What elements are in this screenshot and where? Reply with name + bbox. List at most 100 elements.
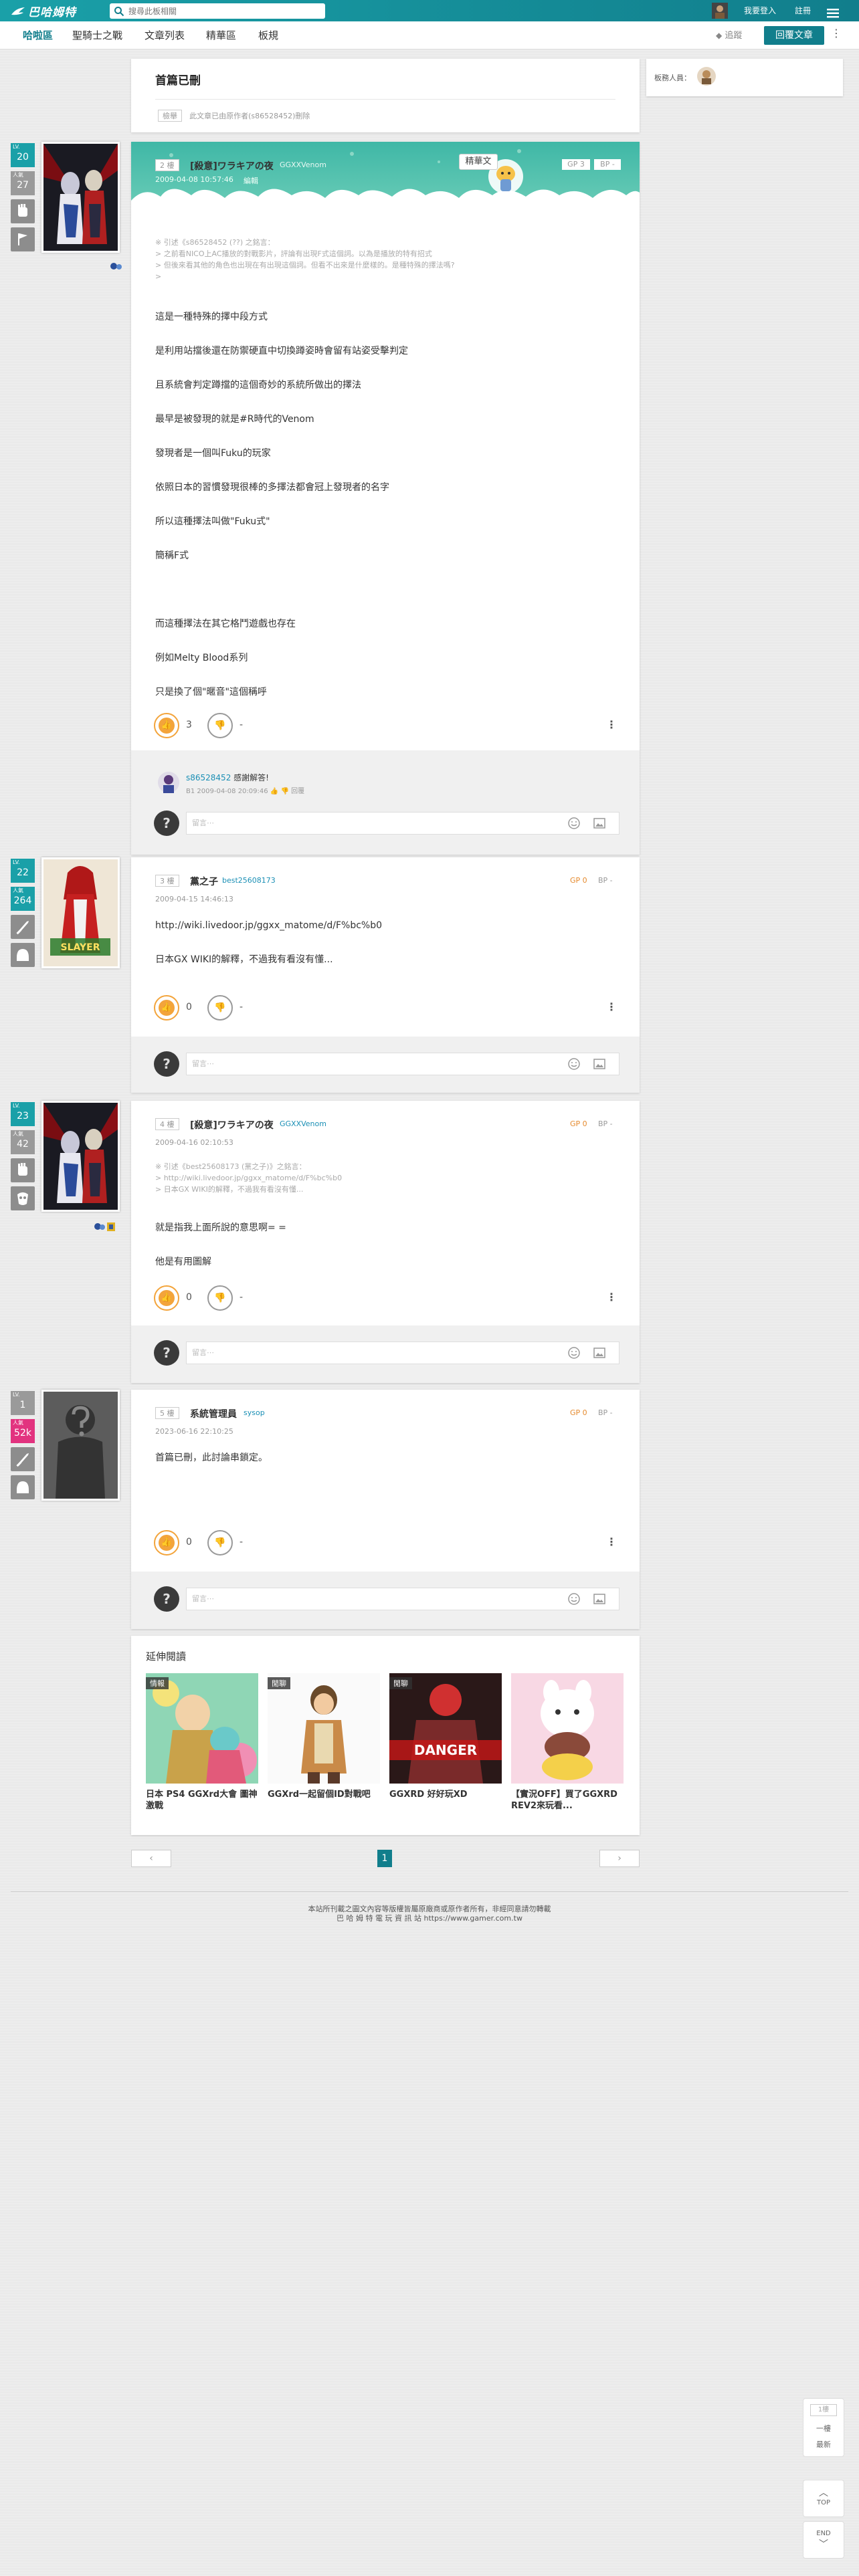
emoji-icon[interactable] [567, 817, 581, 830]
jump-latest[interactable]: 最新 [803, 2439, 844, 2450]
edit-link[interactable]: 編輯 [244, 175, 258, 186]
user-avatar-icon[interactable] [712, 3, 728, 19]
comment-reply-link[interactable]: 回覆 [291, 788, 304, 795]
track-label: 追蹤 [725, 31, 743, 41]
comment-like-icon[interactable]: 👍 [270, 788, 278, 795]
like-button[interactable]: 👍 [154, 995, 179, 1021]
dislike-button[interactable]: 👎 [207, 713, 233, 738]
related-item[interactable]: 情報 日本 PS4 GGXrd大會 圖神激戰 [146, 1673, 258, 1812]
site-logo[interactable]: 巴哈姆特 [11, 3, 98, 19]
prev-page-button[interactable]: ‹ [131, 1850, 171, 1867]
floor-tag[interactable]: 4 樓 [155, 1118, 179, 1130]
like-button[interactable]: 👍 [154, 1530, 179, 1555]
jump-first-floor[interactable]: 一樓 [803, 2423, 844, 2434]
emoji-icon[interactable] [567, 1346, 581, 1360]
related-thumbnail[interactable]: 閒聊 [268, 1673, 380, 1784]
author-uid[interactable]: GGXXVenom [280, 160, 326, 169]
related-item[interactable]: 【實況OFF】買了GGXRD REV2來玩看... [511, 1673, 624, 1812]
image-upload-icon[interactable] [593, 1346, 606, 1360]
like-button[interactable]: 👍 [154, 1285, 179, 1311]
user-avatar[interactable] [41, 1390, 120, 1501]
quote-block: ※ 引述《s86528452 (??) 之銘言： > 之前看NICO上AC播放的… [155, 237, 610, 282]
post-line: 最早是被發現的就是#R時代的Venom [155, 414, 314, 425]
user-avatar[interactable] [41, 142, 120, 253]
search-input[interactable] [128, 5, 316, 17]
comment-input[interactable]: 留言⋯ [186, 812, 619, 835]
dislike-button[interactable]: 👎 [207, 995, 233, 1021]
author-uid[interactable]: GGXXVenom [280, 1119, 326, 1128]
scroll-end-button[interactable]: END ﹀ [803, 2521, 844, 2559]
register-link[interactable]: 註冊 [795, 0, 811, 21]
comment-dislike-icon[interactable]: 👎 [280, 788, 288, 795]
moderator-avatar[interactable] [697, 67, 716, 86]
report-tag[interactable]: 檢舉 [158, 110, 182, 122]
commenter-name[interactable]: s86528452 [186, 773, 231, 782]
search-icon[interactable] [114, 6, 124, 17]
gp-count[interactable]: GP 0 [570, 1119, 587, 1128]
related-thumbnail[interactable]: DANGER 閒聊 [389, 1673, 502, 1784]
companion-pet-icon[interactable] [110, 261, 123, 270]
comment-input[interactable]: 留言⋯ [186, 1053, 619, 1075]
tab-guilty-gear[interactable]: 聖騎士之戰 [72, 21, 122, 49]
page-title: 首篇已刪 [155, 74, 201, 88]
gp-count[interactable]: GP 0 [570, 876, 587, 885]
image-upload-icon[interactable] [593, 817, 606, 830]
related-thumbnail[interactable]: 情報 [146, 1673, 258, 1784]
comment-input[interactable]: 留言⋯ [186, 1588, 619, 1610]
dislike-button[interactable]: 👎 [207, 1530, 233, 1555]
image-upload-icon[interactable] [593, 1592, 606, 1606]
bp-count[interactable]: BP - [598, 1408, 613, 1417]
image-upload-icon[interactable] [593, 1057, 606, 1071]
search-box[interactable] [110, 3, 325, 19]
tab-board-rules[interactable]: 板規 [258, 21, 278, 49]
floor-tag[interactable]: 5 樓 [155, 1407, 179, 1419]
dislike-button[interactable]: 👎 [207, 1285, 233, 1311]
bp-count[interactable]: BP - [598, 876, 613, 885]
related-item-title[interactable]: 【實況OFF】買了GGXRD REV2來玩看... [511, 1789, 624, 1812]
post-options-icon[interactable]: ⋮ [606, 1535, 617, 1548]
author-name[interactable]: 系統管理員 [190, 1407, 237, 1420]
floor-indicator[interactable]: 1樓 [810, 2404, 837, 2416]
track-button[interactable]: ◆ 追蹤 [716, 28, 742, 43]
post-line[interactable]: http://wiki.livedoor.jp/ggxx_matome/d/F%… [155, 920, 382, 932]
floor-tag[interactable]: 2 樓 [155, 159, 179, 171]
post-options-icon[interactable]: ⋮ [606, 1000, 617, 1013]
post-options-icon[interactable]: ⋮ [606, 1291, 617, 1303]
tab-featured[interactable]: 精華區 [206, 21, 236, 49]
author-name[interactable]: [殺意]ワラキアの夜 [190, 1118, 274, 1132]
tab-hala[interactable]: 哈啦區 [23, 21, 53, 49]
more-options-icon[interactable]: ⋮ [831, 27, 842, 44]
author-uid[interactable]: best25608173 [222, 876, 276, 885]
user-avatar[interactable] [41, 1101, 120, 1212]
post-options-icon[interactable]: ⋮ [606, 718, 617, 731]
related-item-title[interactable]: 日本 PS4 GGXrd大會 圖神激戰 [146, 1789, 258, 1812]
floor-tag[interactable]: 3 樓 [155, 875, 179, 887]
scroll-top-button[interactable]: ︿ TOP [803, 2480, 844, 2517]
like-button[interactable]: 👍 [154, 713, 179, 738]
menu-icon[interactable] [827, 5, 839, 18]
page-1-button[interactable]: 1 [377, 1850, 392, 1867]
bp-count[interactable]: BP - [594, 159, 621, 170]
tab-article-list[interactable]: 文章列表 [145, 21, 185, 49]
author-uid[interactable]: sysop [244, 1408, 265, 1417]
emoji-icon[interactable] [567, 1057, 581, 1071]
author-name[interactable]: [殺意]ワラキアの夜 [190, 159, 274, 173]
author-name[interactable]: 黨之子 [190, 875, 218, 888]
related-thumbnail[interactable] [511, 1673, 624, 1784]
board-nav: 哈啦區 聖騎士之戰 文章列表 精華區 板規 ◆ 追蹤 回覆文章 ⋮ [0, 21, 859, 49]
user-avatar[interactable]: SLAYER [41, 857, 120, 968]
related-item[interactable]: DANGER 閒聊 GGXRD 好好玩XD [389, 1673, 502, 1800]
commenter-avatar[interactable] [158, 772, 179, 793]
related-item-title[interactable]: GGXRD 好好玩XD [389, 1789, 502, 1800]
related-item[interactable]: 閒聊 GGXrd一起留個ID對戰吧 [268, 1673, 380, 1800]
next-page-button[interactable]: › [599, 1850, 640, 1867]
emoji-icon[interactable] [567, 1592, 581, 1606]
gp-count[interactable]: GP 0 [570, 1408, 587, 1417]
comment-input[interactable]: 留言⋯ [186, 1341, 619, 1364]
login-link[interactable]: 我要登入 [744, 0, 776, 21]
reply-article-button[interactable]: 回覆文章 [764, 26, 824, 45]
gp-count[interactable]: GP 3 [562, 159, 590, 170]
companion-pet-icon[interactable] [94, 1221, 116, 1232]
related-item-title[interactable]: GGXrd一起留個ID對戰吧 [268, 1789, 380, 1800]
bp-count[interactable]: BP - [598, 1119, 613, 1128]
